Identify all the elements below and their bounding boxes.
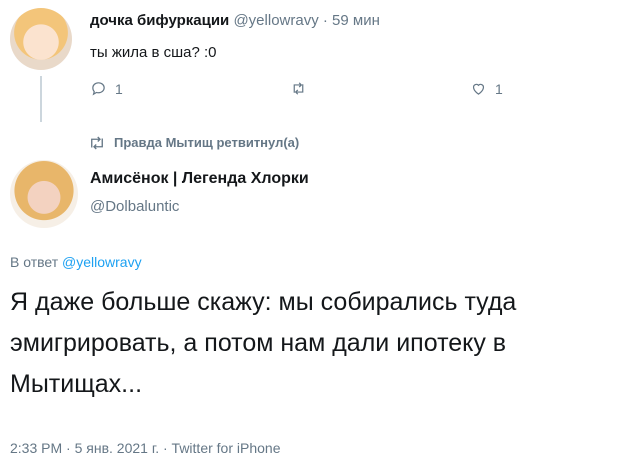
reply-mention-link[interactable]: @yellowravy [62, 254, 142, 270]
reply-to-line: В ответ @yellowravy [10, 254, 142, 270]
main-handle[interactable]: @Dolbaluntic [90, 198, 179, 215]
like-button[interactable]: 1 [470, 80, 503, 97]
reply-button[interactable]: 1 [90, 80, 123, 97]
parent-author-row: дочка бифуркации @yellowravy · 59 мин [90, 12, 380, 29]
reply-count: 1 [115, 80, 123, 97]
tweet-meta[interactable]: 2:33 PM · 5 янв. 2021 г. · Twitter for i… [10, 440, 280, 456]
separator: · [322, 12, 328, 29]
parent-tweet-text: ты жила в сша? :0 [90, 44, 217, 61]
main-author-name[interactable]: Амисёнок | Легенда Хлорки [90, 170, 309, 188]
retweet-banner[interactable]: Правда Мытищ ретвитнул(а) [88, 135, 299, 150]
parent-avatar[interactable] [10, 8, 72, 70]
like-icon [472, 83, 485, 95]
retweet-small-icon [91, 136, 103, 149]
reply-prefix: В ответ [10, 254, 59, 270]
like-count: 1 [495, 80, 503, 97]
retweet-banner-text: Правда Мытищ ретвитнул(а) [114, 135, 300, 150]
parent-author-name[interactable]: дочка бифуркации [90, 12, 229, 29]
main-avatar[interactable] [10, 160, 78, 228]
main-tweet-text: Я даже больше скажу: мы собирались туда … [10, 288, 517, 398]
parent-handle[interactable]: @yellowravy [233, 12, 318, 29]
retweet-button[interactable] [290, 80, 307, 97]
retweet-icon [293, 82, 304, 95]
thread-line [40, 76, 42, 122]
parent-time[interactable]: 59 мин [332, 12, 380, 29]
reply-icon [92, 82, 105, 96]
